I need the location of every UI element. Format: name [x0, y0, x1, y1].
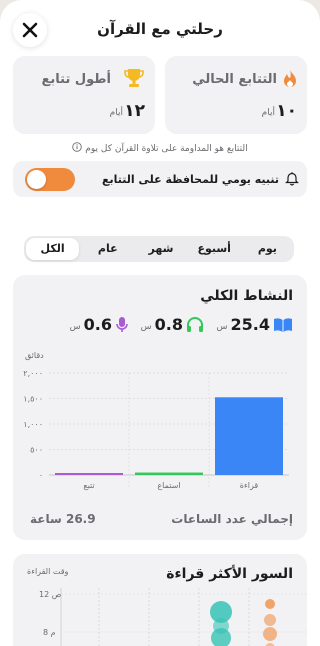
time-tick-12am: 12 ص — [39, 590, 62, 599]
page-title: رحلتي مع القرآن — [97, 20, 223, 38]
daily-reminder-row: تنبيه يومي للمحافظة على التتابع — [13, 161, 307, 197]
activity-title: النشاط الكلي — [200, 288, 293, 304]
metric-tracking: س 0.6 — [70, 315, 129, 334]
time-tick-8pm: 8 م — [43, 628, 56, 637]
y-axis-label: دقائق — [25, 351, 44, 360]
surah-time-chart: وقت القراءة 12 ص 8 م — [27, 567, 307, 646]
y-tick-label: ١,٠٠٠ — [23, 420, 43, 429]
tab-year[interactable]: عام — [81, 236, 134, 262]
y-tick-label: ١,٥٠٠ — [23, 395, 43, 404]
surah-dot — [264, 614, 276, 626]
book-icon — [274, 317, 292, 332]
current-streak-card: التتابع الحالي ١٠ أيام — [165, 56, 307, 134]
microphone-icon — [116, 317, 128, 332]
metric-listening-value: 0.8 — [154, 315, 183, 334]
activity-bar-chart: دقائق ٠ ٥٠٠ ١,٠٠٠ ١,٥٠٠ ٢,٠٠٠ قراءة استماع تتب… — [23, 351, 289, 490]
surah-dot — [263, 627, 277, 641]
time-axis-label: وقت القراءة — [27, 567, 69, 576]
y-tick-label: ٥٠٠ — [30, 446, 43, 455]
tab-month[interactable]: شهر — [134, 236, 187, 262]
x-tick-label: تتبع — [83, 481, 94, 490]
metric-reading: س 25.4 — [217, 315, 293, 334]
y-tick-label: ٠ — [39, 471, 43, 480]
total-hours-label: إجمالي عدد الساعات — [171, 512, 293, 526]
longest-streak-label: أطول تتابع — [41, 72, 112, 87]
journey-sheet: رحلتي مع القرآن التتابع الحالي ١٠ أيام أ… — [0, 0, 320, 646]
metric-listening-unit: س — [140, 321, 152, 332]
tab-day[interactable]: يوم — [241, 236, 294, 262]
bar-2[interactable] — [55, 473, 123, 475]
metric-tracking-value: 0.6 — [83, 315, 112, 334]
headphones-icon — [187, 316, 203, 332]
longest-streak-card: أطول تتابع ١٢ أيام — [13, 56, 155, 134]
longest-streak-value: ١٢ — [124, 101, 145, 121]
current-streak-label: التتابع الحالي — [192, 72, 277, 87]
top-surahs-card: السور الأكثر قراءة وقت القراءة 12 ص 8 م — [13, 554, 307, 646]
surah-dot — [211, 628, 231, 646]
metric-listening: س 0.8 — [141, 315, 204, 334]
bar-1[interactable] — [135, 472, 203, 475]
reminder-toggle[interactable] — [25, 168, 75, 191]
bell-icon — [285, 171, 299, 190]
range-selector: يوم أسبوع شهر عام الكل — [24, 236, 294, 262]
metric-reading-unit: س — [216, 321, 228, 332]
total-activity-card: النشاط الكلي س 25.4 س 0.8 س 0.6 دقائق ٠ … — [13, 275, 307, 540]
tab-all[interactable]: الكل — [25, 238, 80, 260]
info-icon[interactable] — [72, 142, 83, 152]
streak-note-text: التتابع هو المداومة على تلاوة القرآن كل … — [85, 144, 248, 154]
tab-week[interactable]: أسبوع — [188, 236, 241, 262]
metric-tracking-unit: س — [69, 321, 81, 332]
surah-dot — [265, 599, 275, 609]
current-streak-value: ١٠ — [276, 101, 297, 121]
streak-note: التتابع هو المداومة على تلاوة القرآن كل … — [0, 142, 320, 154]
x-tick-label: قراءة — [240, 481, 259, 490]
x-tick-label: استماع — [157, 481, 180, 490]
toggle-knob — [27, 170, 46, 189]
reminder-label: تنبيه يومي للمحافظة على التتابع — [102, 173, 279, 186]
y-tick-label: ٢,٠٠٠ — [23, 369, 43, 378]
total-hours-value: 26.9 ساعة — [30, 512, 96, 526]
bar-0[interactable] — [215, 397, 283, 475]
flame-icon — [282, 69, 298, 93]
longest-streak-unit: أيام — [109, 108, 123, 118]
metric-reading-value: 25.4 — [230, 315, 270, 334]
current-streak-unit: أيام — [261, 108, 275, 118]
trophy-icon — [123, 67, 145, 93]
